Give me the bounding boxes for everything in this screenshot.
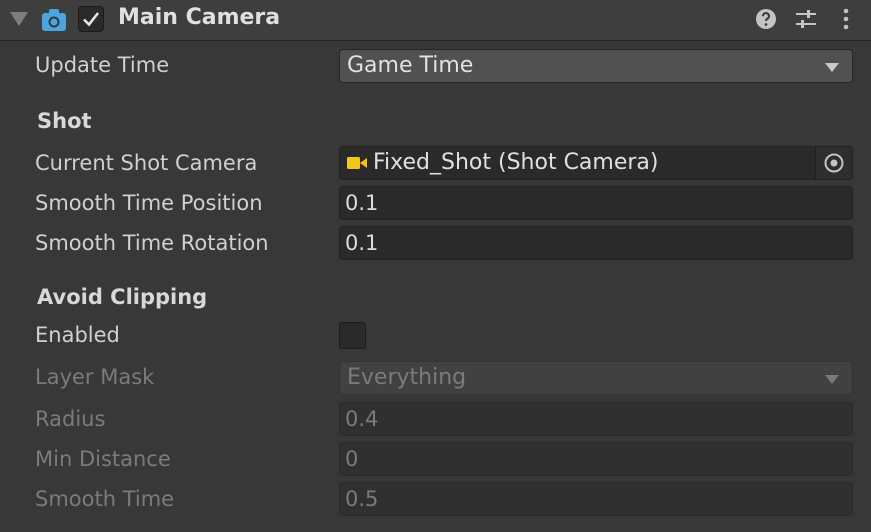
- camera-icon: [42, 9, 66, 31]
- shot-camera-icon: [347, 157, 367, 169]
- update-time-label: Update Time: [35, 53, 170, 77]
- component-enabled-checkbox[interactable]: [78, 6, 104, 32]
- object-picker-button[interactable]: [815, 147, 852, 179]
- radius-input[interactable]: 0.4: [339, 402, 853, 436]
- radius-label: Radius: [35, 407, 106, 431]
- foldout-arrow-icon[interactable]: [10, 12, 28, 26]
- update-time-dropdown[interactable]: Game Time: [339, 49, 853, 83]
- avoid-clipping-section-header: Avoid Clipping: [37, 285, 208, 309]
- smooth-time-position-label: Smooth Time Position: [35, 191, 263, 215]
- current-shot-camera-value: Fixed_Shot (Shot Camera): [373, 150, 659, 175]
- object-picker-icon: [824, 153, 844, 173]
- enabled-label: Enabled: [35, 323, 120, 347]
- smooth-time-label: Smooth Time: [35, 487, 175, 511]
- smooth-time-rotation-label: Smooth Time Rotation: [35, 231, 269, 255]
- enabled-checkbox[interactable]: [339, 322, 366, 349]
- current-shot-camera-label: Current Shot Camera: [35, 151, 258, 175]
- min-distance-label: Min Distance: [35, 447, 171, 471]
- checkmark-icon: [83, 12, 100, 27]
- shot-section-header: Shot: [37, 109, 92, 133]
- layer-mask-dropdown[interactable]: Everything: [339, 361, 853, 395]
- update-time-value: Game Time: [347, 53, 474, 78]
- dropdown-arrow-icon: [825, 63, 839, 72]
- smooth-time-position-input[interactable]: 0.1: [339, 186, 853, 220]
- smooth-time-input[interactable]: 0.5: [339, 482, 853, 516]
- layer-mask-value: Everything: [347, 365, 467, 390]
- layer-mask-label: Layer Mask: [35, 365, 155, 389]
- component-header: Main Camera: [0, 0, 871, 41]
- presets-icon[interactable]: [794, 7, 818, 31]
- min-distance-input[interactable]: 0: [339, 442, 853, 476]
- dropdown-arrow-icon: [825, 375, 839, 384]
- component-title: Main Camera: [118, 5, 281, 30]
- help-icon[interactable]: [754, 7, 778, 31]
- more-menu-icon[interactable]: [834, 7, 858, 31]
- smooth-time-rotation-input[interactable]: 0.1: [339, 226, 853, 260]
- current-shot-camera-field[interactable]: Fixed_Shot (Shot Camera): [339, 146, 853, 180]
